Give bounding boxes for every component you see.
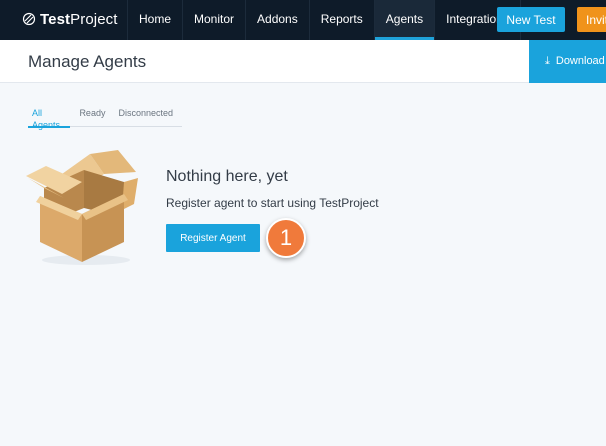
register-agent-button[interactable]: Register Agent — [166, 224, 260, 252]
empty-state-title: Nothing here, yet — [166, 168, 288, 185]
invite-button[interactable]: Invite — [577, 7, 606, 32]
agent-filter-tabs: All Agents Ready Disconnected — [28, 105, 182, 130]
testproject-logo-icon — [22, 12, 36, 26]
download-button[interactable]: ⤓ Download — [529, 40, 606, 83]
main-nav: Home Monitor Addons Reports Agents Integ… — [127, 0, 521, 40]
nav-item-reports[interactable]: Reports — [308, 0, 374, 40]
nav-item-home[interactable]: Home — [127, 0, 182, 40]
download-icon: ⤓ — [545, 55, 550, 67]
brand-name: TestProject — [40, 10, 118, 28]
page-header: Manage Agents ⤓ Download — [0, 40, 606, 83]
tab-all-agents[interactable]: All Agents — [28, 105, 71, 130]
nav-item-addons[interactable]: Addons — [245, 0, 309, 40]
page-title: Manage Agents — [28, 52, 147, 71]
nav-item-agents[interactable]: Agents — [373, 0, 435, 40]
brand[interactable]: TestProject — [22, 9, 118, 29]
top-navbar: TestProject Home Monitor Addons Reports … — [0, 0, 606, 40]
tab-disconnected[interactable]: Disconnected — [114, 105, 177, 127]
step-marker: 1 — [266, 218, 306, 258]
nav-item-monitor[interactable]: Monitor — [182, 0, 245, 40]
download-label: Download — [555, 55, 605, 67]
tab-ready[interactable]: Ready — [75, 105, 109, 127]
open-box-icon — [26, 150, 138, 265]
empty-state-description: Register agent to start using TestProjec… — [166, 196, 379, 210]
new-test-button[interactable]: New Test — [497, 7, 565, 32]
